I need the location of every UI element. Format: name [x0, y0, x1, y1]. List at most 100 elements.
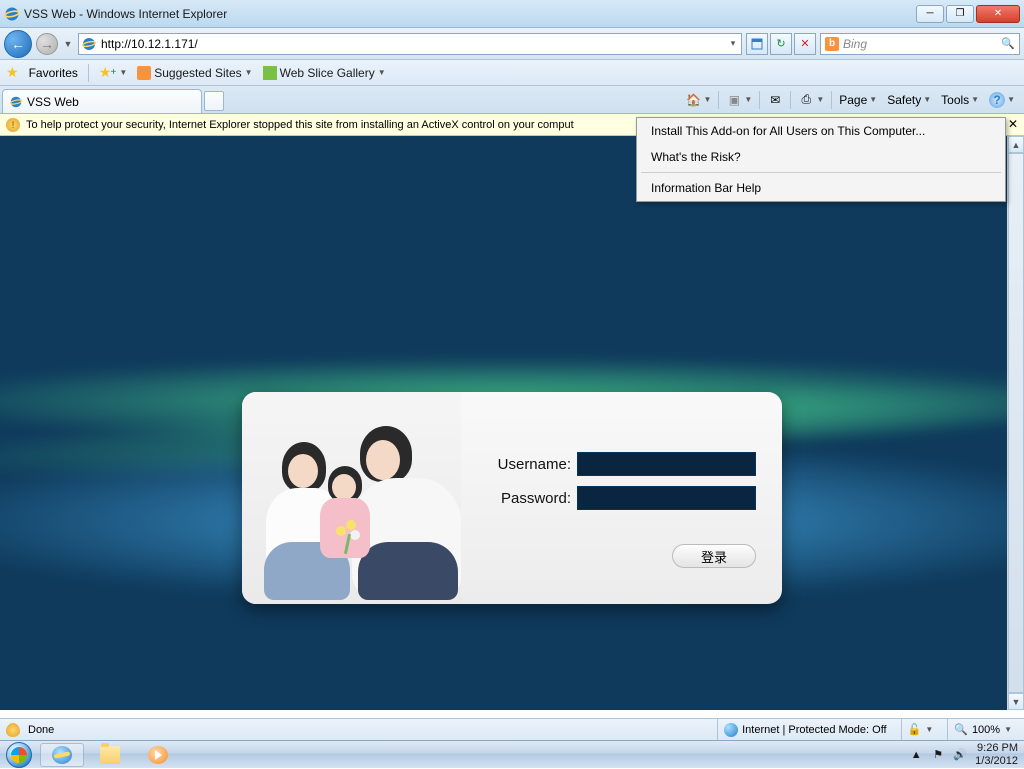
help-button[interactable]: ?▼ — [986, 90, 1018, 110]
page-label: Page — [839, 93, 867, 107]
shield-icon: ! — [6, 118, 20, 132]
print-icon: ⎙ — [798, 92, 814, 108]
clock-date: 1/3/2012 — [975, 755, 1018, 767]
tools-menu[interactable]: Tools ▼ — [938, 91, 982, 109]
stop-button[interactable]: ✕ — [794, 33, 816, 55]
maximize-button[interactable]: ❐ — [946, 5, 974, 23]
volume-icon[interactable]: 🔊 — [953, 749, 967, 761]
taskbar-wmp-button[interactable] — [136, 743, 180, 767]
favorites-label[interactable]: Favorites — [29, 66, 78, 80]
compat-view-button[interactable] — [746, 33, 768, 55]
favorites-bar: ★ Favorites ★ + ▼ Suggested Sites ▼ Web … — [0, 60, 1024, 86]
globe-icon — [724, 723, 738, 737]
zoom-value: 100% — [972, 724, 1000, 736]
command-bar: 🏠▼ ▣▼ ✉ ⎙▼ Page ▼ Safety ▼ Tools ▼ ?▼ — [682, 86, 1022, 113]
status-text: Done — [28, 724, 54, 736]
clock-time: 9:26 PM — [975, 742, 1018, 754]
suggested-icon — [137, 66, 151, 80]
scroll-down-button[interactable]: ▼ — [1008, 693, 1024, 710]
minimize-button[interactable]: ─ — [916, 5, 944, 23]
password-input[interactable] — [577, 486, 756, 510]
status-bar: Done Internet | Protected Mode: Off 🔓 ▼ … — [0, 718, 1024, 740]
tools-label: Tools — [941, 93, 969, 107]
tab-active[interactable]: VSS Web — [2, 89, 202, 113]
search-placeholder: Bing — [843, 37, 997, 51]
tab-favicon — [9, 95, 23, 109]
status-shield-icon — [6, 723, 20, 737]
rss-icon: ▣ — [726, 92, 742, 108]
page-menu[interactable]: Page ▼ — [836, 91, 880, 109]
address-bar[interactable]: ▾ — [78, 33, 742, 55]
login-button[interactable]: 登录 — [672, 544, 756, 568]
menu-whats-risk[interactable]: What's the Risk? — [637, 144, 1005, 170]
window-titlebar: VSS Web - Windows Internet Explorer ─ ❐ … — [0, 0, 1024, 28]
media-player-icon — [148, 746, 168, 764]
read-mail-button[interactable]: ✉ — [764, 90, 786, 110]
lock-icon: 🔓 — [908, 723, 922, 736]
security-zone[interactable]: Internet | Protected Mode: Off — [717, 719, 893, 740]
back-button[interactable]: ← — [4, 30, 32, 58]
home-button[interactable]: 🏠▼ — [682, 90, 714, 110]
safety-menu[interactable]: Safety ▼ — [884, 91, 934, 109]
zoom-icon: 🔍 — [954, 723, 968, 736]
mail-icon: ✉ — [767, 92, 783, 108]
separator — [88, 64, 89, 82]
vertical-scrollbar[interactable]: ▲ ▼ — [1007, 136, 1024, 710]
infobar-context-menu: Install This Add-on for All Users on Thi… — [636, 117, 1006, 202]
ie-icon — [4, 6, 20, 22]
forward-button[interactable]: → — [36, 33, 58, 55]
webslice-icon — [263, 66, 277, 80]
password-label: Password: — [487, 490, 571, 507]
address-dropdown[interactable]: ▾ — [727, 34, 739, 54]
suggested-sites-link[interactable]: Suggested Sites ▼ — [137, 66, 252, 80]
username-input[interactable] — [577, 452, 756, 476]
feeds-button[interactable]: ▣▼ — [723, 90, 755, 110]
scroll-up-button[interactable]: ▲ — [1008, 136, 1024, 153]
action-center-icon[interactable]: ⚑ — [931, 749, 945, 761]
favorites-star-icon[interactable]: ★ — [6, 64, 19, 81]
zoom-control[interactable]: 🔍 100% ▼ — [947, 719, 1018, 740]
webslice-label: Web Slice Gallery — [280, 66, 375, 80]
dropdown-icon: ▼ — [119, 68, 127, 77]
suggested-label: Suggested Sites — [154, 66, 241, 80]
ie-icon — [52, 746, 72, 764]
address-input[interactable] — [101, 37, 723, 51]
protected-mode-button[interactable]: 🔓 ▼ — [901, 719, 940, 740]
dropdown-icon: ▼ — [378, 68, 386, 77]
close-button[interactable]: ✕ — [976, 5, 1020, 23]
nav-history-dropdown[interactable]: ▼ — [62, 34, 74, 54]
add-favorite-button[interactable]: ★ + ▼ — [99, 64, 127, 81]
safety-label: Safety — [887, 93, 921, 107]
search-bar[interactable]: b Bing 🔍 — [820, 33, 1020, 55]
windows-orb-icon — [6, 742, 32, 768]
start-button[interactable] — [0, 741, 38, 769]
print-button[interactable]: ⎙▼ — [795, 90, 827, 110]
refresh-button[interactable]: ↻ — [770, 33, 792, 55]
login-panel: Username: Password: 登录 — [242, 392, 782, 604]
page-icon — [81, 36, 97, 52]
taskbar-explorer-button[interactable] — [88, 743, 132, 767]
navigation-bar: ← → ▼ ▾ ↻ ✕ b Bing 🔍 — [0, 28, 1024, 60]
web-slice-link[interactable]: Web Slice Gallery ▼ — [263, 66, 386, 80]
folder-icon — [100, 746, 120, 764]
scroll-thumb[interactable] — [1008, 153, 1024, 693]
zone-text: Internet | Protected Mode: Off — [742, 724, 887, 736]
show-hidden-icon[interactable]: ▲ — [909, 749, 923, 761]
dropdown-icon: ▼ — [245, 68, 253, 77]
search-icon[interactable]: 🔍 — [1001, 37, 1015, 50]
plus-icon: + — [110, 67, 116, 78]
page-content: Username: Password: 登录 ▲ ▼ — [0, 136, 1024, 710]
infobar-close-button[interactable]: ✕ — [1006, 117, 1020, 131]
menu-separator — [641, 172, 1001, 173]
login-form: Username: Password: 登录 — [461, 392, 782, 604]
menu-install-addon[interactable]: Install This Add-on for All Users on Thi… — [637, 118, 1005, 144]
menu-info-bar-help[interactable]: Information Bar Help — [637, 175, 1005, 201]
window-title: VSS Web - Windows Internet Explorer — [24, 7, 916, 21]
taskbar: ▲ ⚑ 🔊 9:26 PM 1/3/2012 — [0, 740, 1024, 768]
clock[interactable]: 9:26 PM 1/3/2012 — [975, 742, 1018, 766]
taskbar-ie-button[interactable] — [40, 743, 84, 767]
help-icon: ? — [989, 92, 1005, 108]
new-tab-button[interactable] — [204, 91, 224, 111]
username-label: Username: — [487, 456, 571, 473]
system-tray: ▲ ⚑ 🔊 9:26 PM 1/3/2012 — [903, 742, 1024, 766]
